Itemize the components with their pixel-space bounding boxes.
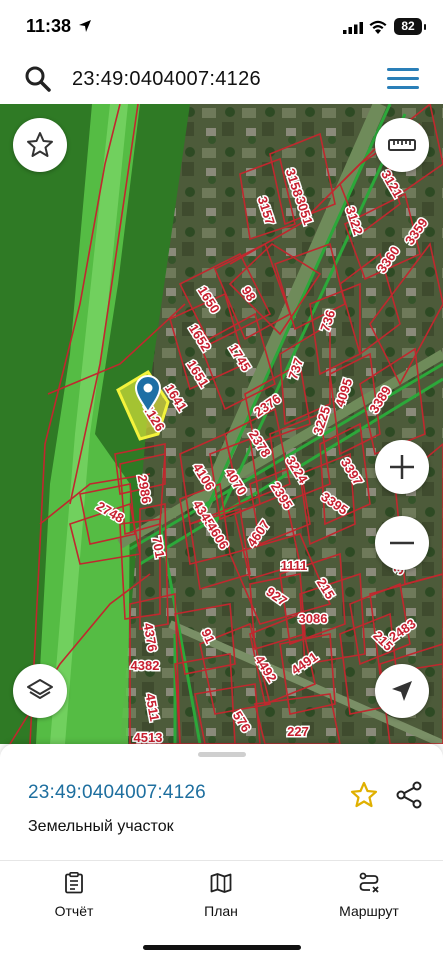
zoom-in-button[interactable]	[375, 440, 429, 494]
navigation-arrow-icon	[392, 681, 412, 701]
tab-route[interactable]: Маршрут	[314, 871, 424, 919]
layers-button[interactable]	[13, 664, 67, 718]
location-arrow-icon	[79, 20, 91, 32]
parcel-cadastral-number: 23:49:0404007:4126	[28, 782, 206, 803]
sheet-drag-handle[interactable]	[198, 752, 246, 757]
favorite-star-icon[interactable]	[349, 780, 379, 810]
map-canvas[interactable]: 31583157 305131213122336033591650 98736165…	[0, 104, 443, 744]
ruler-button[interactable]	[375, 118, 429, 172]
clipboard-icon	[65, 871, 83, 894]
plot-label: 3086	[299, 611, 328, 626]
home-indicator	[143, 945, 301, 950]
menu-icon[interactable]	[387, 68, 419, 90]
star-outline-icon	[27, 132, 53, 157]
map-view[interactable]: 3158 3157 3051 3121 3122 3360 3359 1650 98 736 165…	[0, 104, 443, 744]
tab-report-label: Отчёт	[54, 903, 94, 919]
plot-label: 227	[287, 724, 309, 739]
zoom-out-button[interactable]	[375, 516, 429, 570]
wifi-icon	[369, 20, 387, 34]
favorite-map-button[interactable]	[13, 118, 67, 172]
plot-label: 1111	[281, 558, 308, 573]
map-icon	[210, 873, 232, 893]
status-time: 11:38	[26, 16, 72, 36]
layers-icon	[27, 679, 53, 699]
minus-icon	[390, 541, 414, 545]
my-location-button[interactable]	[375, 664, 429, 718]
ruler-icon	[388, 139, 416, 151]
plus-icon	[390, 455, 414, 479]
parcel-info-sheet[interactable]: 23:49:0404007:4126 Земельный участок	[0, 744, 443, 860]
cellular-signal-icon	[343, 22, 363, 34]
tab-route-label: Маршрут	[339, 903, 399, 919]
tab-bar: Отчёт План Маршрут	[0, 860, 443, 960]
status-bar: 11:38 82	[0, 0, 443, 56]
parcel-type: Земельный участок	[28, 818, 174, 835]
route-icon	[359, 872, 379, 893]
share-icon[interactable]	[394, 780, 424, 810]
search-icon[interactable]	[24, 65, 52, 93]
search-input[interactable]: 23:49:0404007:4126	[72, 65, 261, 93]
tab-report[interactable]: Отчёт	[19, 871, 129, 919]
plot-label: 4382	[131, 658, 160, 673]
plot-label: 4513	[134, 730, 163, 744]
tab-plan[interactable]: План	[166, 871, 276, 919]
tab-plan-label: План	[204, 903, 238, 919]
battery-icon: 82	[394, 18, 426, 35]
search-bar[interactable]: 23:49:0404007:4126	[6, 58, 437, 98]
